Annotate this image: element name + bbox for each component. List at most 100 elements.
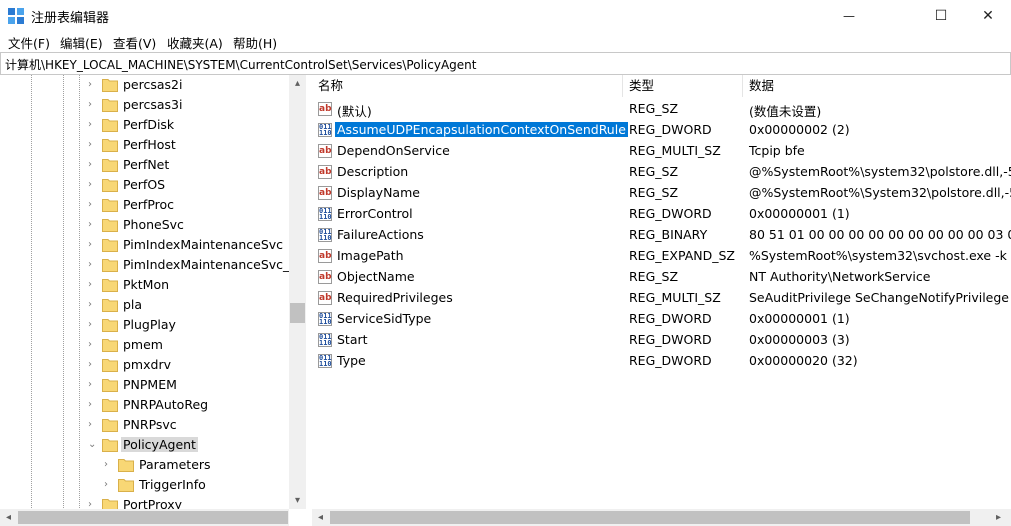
folder-icon bbox=[102, 298, 118, 312]
tree-item[interactable]: › PerfProc bbox=[0, 195, 290, 215]
tree-item[interactable]: › PerfNet bbox=[0, 155, 290, 175]
address-bar[interactable]: 计算机\HKEY_LOCAL_MACHINE\SYSTEM\CurrentCon… bbox=[0, 52, 1011, 75]
close-icon: ✕ bbox=[982, 7, 994, 24]
tree-scroll-up-button[interactable]: ▴ bbox=[289, 75, 306, 92]
value-row[interactable]: ab RequiredPrivileges REG_MULTI_SZ SeAuditP… bbox=[312, 288, 1011, 309]
chevron-right-icon[interactable]: › bbox=[88, 278, 98, 292]
menu-help[interactable]: 帮助(H) bbox=[233, 33, 277, 52]
tree-item[interactable]: › pla bbox=[0, 295, 290, 315]
value-row[interactable]: ab (默认) REG_SZ (数值未设置) bbox=[312, 99, 1011, 120]
menu-favorites[interactable]: 收藏夹(A) bbox=[167, 33, 223, 52]
chevron-right-icon[interactable]: › bbox=[88, 218, 98, 232]
menu-view[interactable]: 查看(V) bbox=[113, 33, 156, 52]
tree-item-label: pla bbox=[123, 297, 143, 312]
tree-item[interactable]: › PNPMEM bbox=[0, 375, 290, 395]
value-row[interactable]: ab Description REG_SZ @%SystemRoot%\system3… bbox=[312, 162, 1011, 183]
chevron-right-icon[interactable]: › bbox=[88, 178, 98, 192]
tree-item[interactable]: › TriggerInfo bbox=[0, 475, 290, 495]
value-row[interactable]: ab DisplayName REG_SZ @%SystemRoot%\System3… bbox=[312, 183, 1011, 204]
tree-item[interactable]: › PerfOS bbox=[0, 175, 290, 195]
maximize-icon: ☐ bbox=[934, 7, 948, 24]
tree-item[interactable]: › percsas2i bbox=[0, 75, 290, 95]
maximize-button[interactable]: ☐ bbox=[918, 0, 964, 31]
menu-file[interactable]: 文件(F) bbox=[8, 33, 50, 52]
value-row[interactable]: 011 110 ServiceSidType REG_DWORD 0x00000001 … bbox=[312, 309, 1011, 330]
chevron-right-icon[interactable]: › bbox=[88, 238, 98, 252]
tree-item[interactable]: › PktMon bbox=[0, 275, 290, 295]
value-row[interactable]: ab ObjectName REG_SZ NT Authority\NetworkSe… bbox=[312, 267, 1011, 288]
chevron-right-icon[interactable]: › bbox=[88, 298, 98, 312]
chevron-down-icon[interactable]: ⌄ bbox=[88, 438, 98, 452]
folder-icon bbox=[102, 278, 118, 292]
value-type: REG_SZ bbox=[629, 101, 679, 116]
minimize-button[interactable]: — bbox=[826, 0, 872, 31]
tree-item-label: PhoneSvc bbox=[123, 217, 184, 232]
chevron-right-icon[interactable]: › bbox=[88, 418, 98, 432]
values-list-pane[interactable]: 名称 类型 数据 ab (默认) REG_SZ (数值未设置) 011 110 Assume… bbox=[312, 75, 1011, 526]
tree-item-label: PerfHost bbox=[123, 137, 176, 152]
chevron-right-icon[interactable]: › bbox=[88, 358, 98, 372]
tree-scroll-thumb[interactable] bbox=[290, 303, 305, 323]
tree-item-label: PerfDisk bbox=[123, 117, 175, 132]
string-value-icon: ab bbox=[318, 144, 332, 158]
tree-item[interactable]: › PNRPAutoReg bbox=[0, 395, 290, 415]
tree-item[interactable]: › PhoneSvc bbox=[0, 215, 290, 235]
column-header-name[interactable]: 名称 bbox=[312, 75, 623, 97]
tree-item[interactable]: › pmxdrv bbox=[0, 355, 290, 375]
chevron-right-icon[interactable]: › bbox=[88, 198, 98, 212]
key-tree-pane[interactable]: › percsas2i › percsas3i › PerfDisk › PerfHost › P… bbox=[0, 75, 307, 526]
value-type: REG_MULTI_SZ bbox=[629, 290, 721, 305]
tree-item[interactable]: › PerfDisk bbox=[0, 115, 290, 135]
value-type: REG_DWORD bbox=[629, 311, 712, 326]
tree-vertical-scrollbar[interactable] bbox=[289, 75, 306, 509]
chevron-right-icon[interactable]: › bbox=[88, 98, 98, 112]
value-row[interactable]: ab DependOnService REG_MULTI_SZ Tcpip bfe bbox=[312, 141, 1011, 162]
value-row[interactable]: 011 110 Type REG_DWORD 0x00000020 (32) bbox=[312, 351, 1011, 372]
value-row[interactable]: ab ImagePath REG_EXPAND_SZ %SystemRoot%\sys… bbox=[312, 246, 1011, 267]
value-type: REG_EXPAND_SZ bbox=[629, 248, 735, 263]
chevron-right-icon[interactable]: › bbox=[88, 138, 98, 152]
binary-value-icon: 011 110 bbox=[318, 333, 332, 347]
tree-item[interactable]: › PlugPlay bbox=[0, 315, 290, 335]
tree-item[interactable]: › PerfHost bbox=[0, 135, 290, 155]
column-header-data[interactable]: 数据 bbox=[743, 75, 1011, 97]
chevron-right-icon[interactable]: › bbox=[104, 478, 114, 492]
tree-item[interactable]: › PimIndexMaintenanceSvc_8e bbox=[0, 255, 305, 275]
tree-item[interactable]: › Parameters bbox=[0, 455, 290, 475]
tree-item[interactable]: ⌄ PolicyAgent bbox=[0, 435, 290, 455]
value-row[interactable]: 011 110 Start REG_DWORD 0x00000003 (3) bbox=[312, 330, 1011, 351]
tree-item[interactable]: › PimIndexMaintenanceSvc bbox=[0, 235, 290, 255]
value-row[interactable]: 011 110 ErrorControl REG_DWORD 0x00000001 (1… bbox=[312, 204, 1011, 225]
value-type: REG_DWORD bbox=[629, 206, 712, 221]
chevron-right-icon[interactable]: › bbox=[88, 118, 98, 132]
value-name: AssumeUDPEncapsulationContextOnSendRule bbox=[334, 121, 629, 138]
values-scroll-right-button[interactable]: ▸ bbox=[990, 509, 1007, 526]
chevron-right-icon[interactable]: › bbox=[88, 378, 98, 392]
chevron-right-icon[interactable]: › bbox=[88, 158, 98, 172]
value-row[interactable]: 011 110 AssumeUDPEncapsulationContextOnSen… bbox=[312, 120, 1011, 141]
menu-edit[interactable]: 编辑(E) bbox=[60, 33, 103, 52]
value-data: 80 51 01 00 00 00 00 00 00 00 00 00 03 0… bbox=[749, 227, 1011, 242]
value-data: %SystemRoot%\system32\svchost.exe -k Ne bbox=[749, 248, 1011, 263]
value-row[interactable]: 011 110 FailureActions REG_BINARY 80 51 01 0… bbox=[312, 225, 1011, 246]
folder-icon bbox=[118, 478, 134, 492]
string-value-icon: ab bbox=[318, 102, 332, 116]
value-data: @%SystemRoot%\system32\polstore.dll,-501 bbox=[749, 164, 1011, 179]
string-value-icon: ab bbox=[318, 270, 332, 284]
tree-scroll-left-button[interactable]: ◂ bbox=[0, 509, 17, 526]
tree-item[interactable]: › pmem bbox=[0, 335, 290, 355]
tree-item[interactable]: › PNRPsvc bbox=[0, 415, 290, 435]
values-horizontal-thumb[interactable] bbox=[330, 511, 970, 524]
chevron-right-icon[interactable]: › bbox=[88, 338, 98, 352]
column-header-type[interactable]: 类型 bbox=[623, 75, 743, 97]
chevron-right-icon[interactable]: › bbox=[88, 78, 98, 92]
close-button[interactable]: ✕ bbox=[965, 0, 1011, 31]
chevron-right-icon[interactable]: › bbox=[104, 458, 114, 472]
values-scroll-left-button[interactable]: ◂ bbox=[312, 509, 329, 526]
tree-scroll-down-button[interactable]: ▾ bbox=[289, 492, 306, 509]
chevron-right-icon[interactable]: › bbox=[88, 258, 98, 272]
chevron-right-icon[interactable]: › bbox=[88, 398, 98, 412]
chevron-right-icon[interactable]: › bbox=[88, 318, 98, 332]
tree-item[interactable]: › percsas3i bbox=[0, 95, 290, 115]
tree-horizontal-thumb[interactable] bbox=[18, 511, 288, 524]
